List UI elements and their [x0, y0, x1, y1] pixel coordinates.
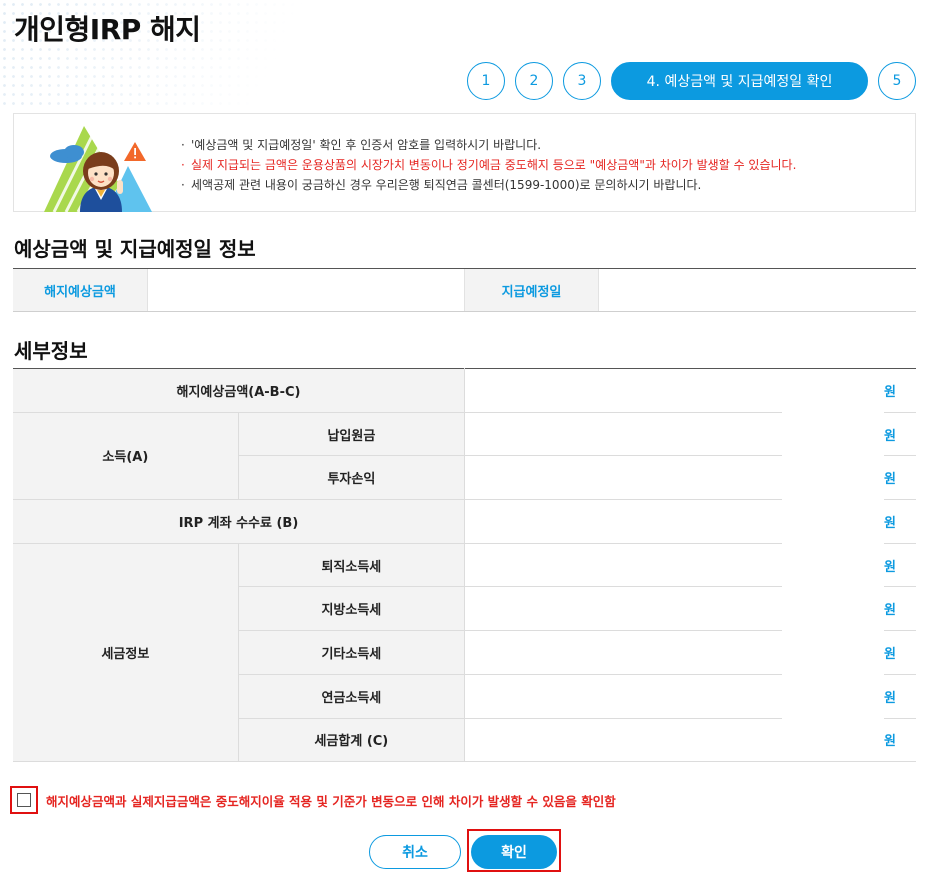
- summary-section-title: 예상금액 및 지급예정일 정보: [14, 237, 256, 261]
- group-label: 소득(A): [13, 412, 239, 501]
- unit-label: 원: [883, 718, 916, 763]
- consultant-illustration: [44, 126, 152, 212]
- step-2[interactable]: 2: [515, 62, 553, 100]
- row-label: 해지예상금액(A-B-C): [13, 368, 465, 413]
- row-label: 기타소득세: [238, 630, 465, 675]
- step-1[interactable]: 1: [467, 62, 505, 100]
- agreement-row: 해지예상금액과 실제지급금액은 중도해지이율 적용 및 기준가 변동으로 인해 …: [10, 786, 616, 814]
- unit-label: 원: [883, 412, 916, 457]
- row-label: 지방소득세: [238, 586, 465, 632]
- row-label: 납입원금: [238, 412, 465, 457]
- notice-item-warning: 실제 지급되는 금액은 운용상품의 시장가치 변동이나 정기예금 중도해지 등으…: [179, 155, 796, 175]
- unit-label: 원: [883, 543, 916, 588]
- notice-item: '예상금액 및 지급예정일' 확인 후 인증서 암호를 입력하시기 바랍니다.: [179, 135, 796, 155]
- step-5: 5: [878, 62, 916, 100]
- row-label: 세금합계 (C): [238, 718, 465, 763]
- step-indicator: 1 2 3 4. 예상금액 및 지급예정일 확인 5: [457, 62, 916, 100]
- unit-label: 원: [883, 499, 916, 544]
- row-value: [463, 455, 782, 501]
- agreement-checkbox-highlight[interactable]: [10, 786, 38, 814]
- table-row: 해지예상금액(A-B-C) 원: [13, 368, 916, 413]
- notice-box: '예상금액 및 지급예정일' 확인 후 인증서 암호를 입력하시기 바랍니다. …: [13, 113, 916, 212]
- row-value: [463, 499, 782, 544]
- unit-label: 원: [883, 586, 916, 632]
- page-title: 개인형IRP 해지: [14, 13, 201, 46]
- summary-table: 해지예상금액 지급예정일: [13, 268, 916, 312]
- notice-item: 세액공제 관련 내용이 궁금하신 경우 우리은행 퇴직연금 콜센터(1599-1…: [179, 175, 796, 195]
- row-value: [463, 718, 782, 763]
- detail-section-title: 세부정보: [14, 339, 88, 363]
- payment-date-value: [599, 269, 915, 311]
- row-value: [463, 543, 782, 588]
- unit-label: 원: [883, 674, 916, 719]
- estimated-amount-label: 해지예상금액: [13, 269, 148, 311]
- payment-date-label: 지급예정일: [464, 269, 599, 311]
- unit-label: 원: [883, 368, 916, 413]
- unit-label: 원: [883, 455, 916, 501]
- group-label: 세금정보: [13, 543, 239, 763]
- detail-table: 해지예상금액(A-B-C) 원 소득(A) 납입원금 원 투자손익 원 IRP …: [13, 368, 916, 763]
- row-label: IRP 계좌 수수료 (B): [13, 499, 465, 544]
- row-label: 투자손익: [238, 455, 465, 501]
- step-3[interactable]: 3: [563, 62, 601, 100]
- row-value: [463, 674, 782, 719]
- table-row: 세금정보 퇴직소득세 원: [13, 543, 916, 763]
- estimated-amount-value: [148, 269, 464, 311]
- confirm-button[interactable]: 확인: [471, 835, 557, 869]
- table-row: IRP 계좌 수수료 (B) 원: [13, 499, 916, 544]
- table-row: 소득(A) 납입원금 원: [13, 412, 916, 501]
- agreement-label[interactable]: 해지예상금액과 실제지급금액은 중도해지이율 적용 및 기준가 변동으로 인해 …: [46, 791, 616, 810]
- row-value: [463, 412, 782, 457]
- row-label: 연금소득세: [238, 674, 465, 719]
- cancel-button[interactable]: 취소: [369, 835, 461, 869]
- row-value: [463, 630, 782, 675]
- notice-list: '예상금액 및 지급예정일' 확인 후 인증서 암호를 입력하시기 바랍니다. …: [179, 135, 796, 195]
- step-4-current: 4. 예상금액 및 지급예정일 확인: [611, 62, 868, 100]
- row-value: [463, 586, 782, 632]
- row-label: 퇴직소득세: [238, 543, 465, 588]
- row-value: [463, 368, 782, 413]
- unit-label: 원: [883, 630, 916, 675]
- agreement-checkbox[interactable]: [17, 793, 31, 807]
